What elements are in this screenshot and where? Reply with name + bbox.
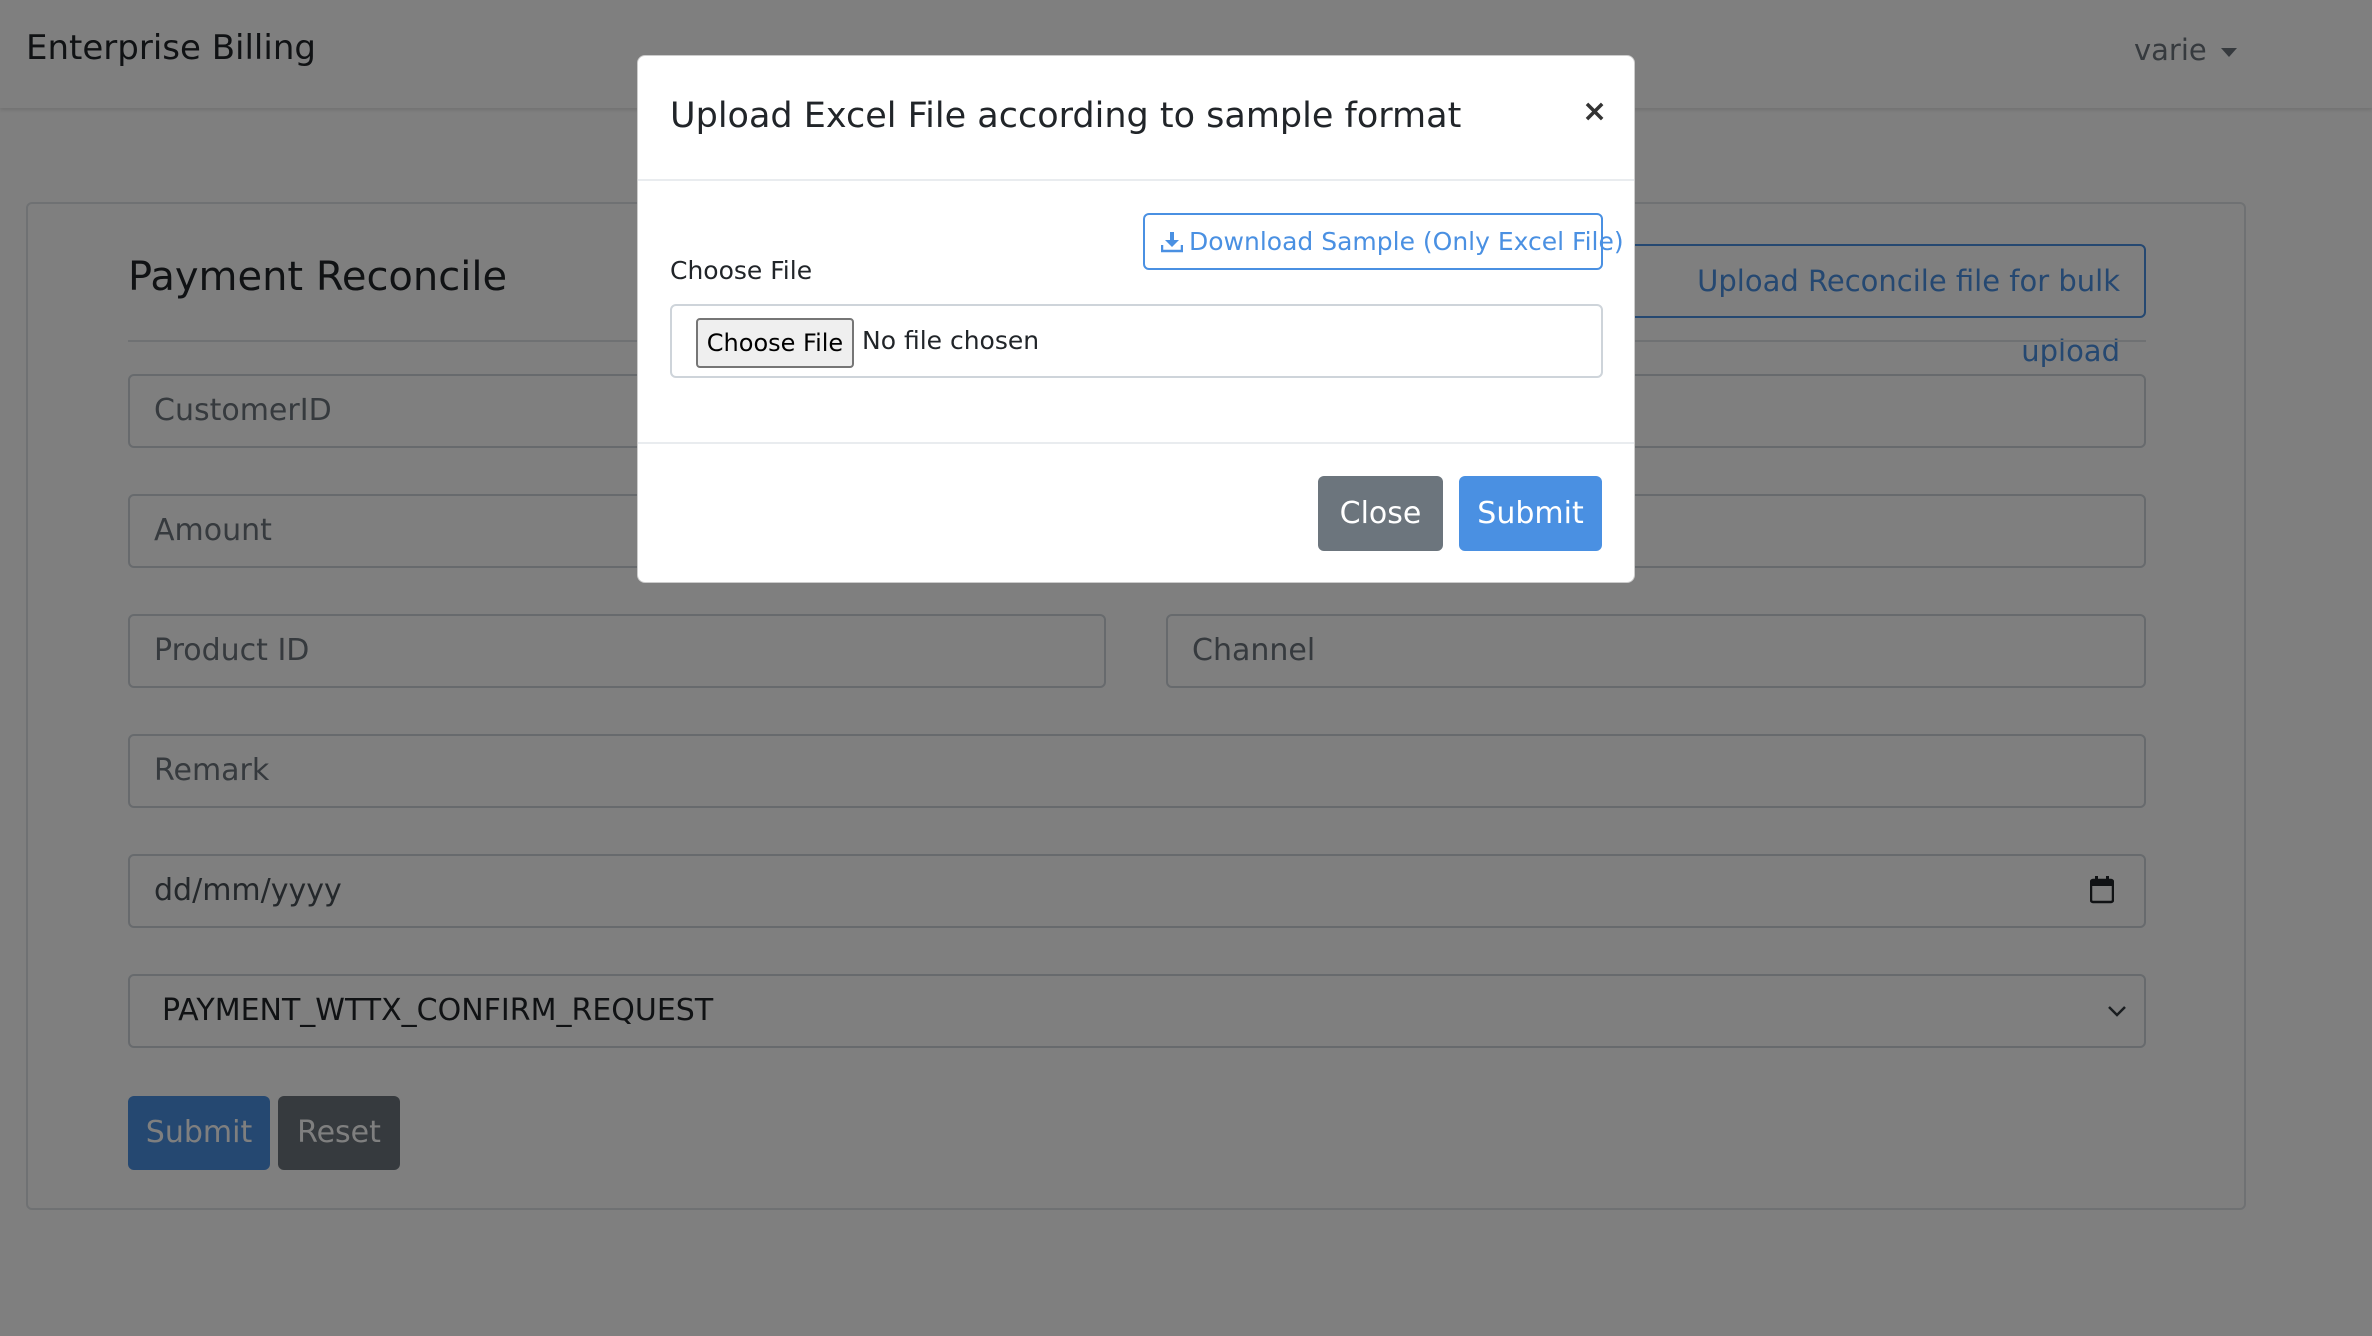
choose-file-label: Choose File <box>670 256 813 285</box>
choose-file-button[interactable]: Choose File <box>696 318 854 368</box>
modal-footer-divider <box>638 442 1634 444</box>
file-status: No file chosen <box>862 326 1040 355</box>
download-sample-button[interactable]: Download Sample (Only Excel File) <box>1143 213 1624 270</box>
close-icon[interactable]: × <box>1582 94 1607 130</box>
page: Enterprise Billing varie Payment Reconci… <box>0 0 2372 1336</box>
modal-title: Upload Excel File according to sample fo… <box>670 96 1462 136</box>
download-sample-label: Download Sample (Only Excel File) <box>1189 227 1624 256</box>
download-icon <box>1161 232 1183 253</box>
modal-submit-button[interactable]: Submit <box>1459 476 1602 551</box>
modal-header-divider <box>638 179 1634 181</box>
file-input[interactable]: Choose File No file chosen <box>670 304 1603 378</box>
upload-modal: Upload Excel File according to sample fo… <box>637 55 1635 583</box>
modal-close-button[interactable]: Close <box>1318 476 1443 551</box>
